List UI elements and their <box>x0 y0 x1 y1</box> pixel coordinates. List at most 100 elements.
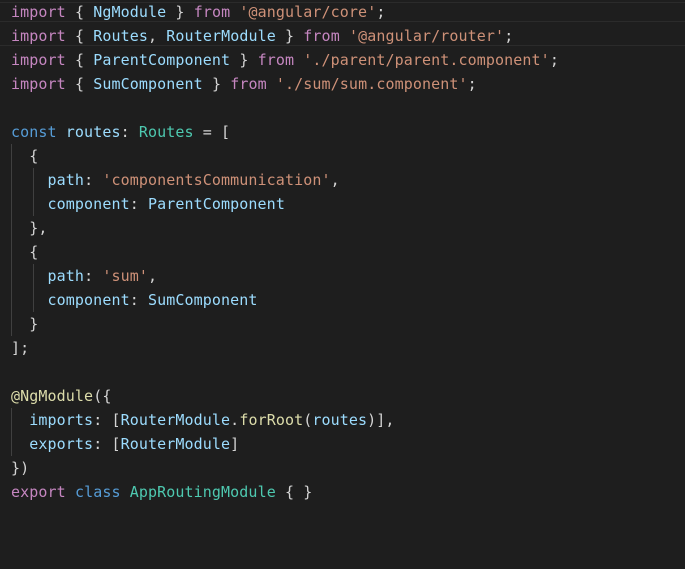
code-token-keyword: from <box>230 75 267 93</box>
code-token-variable: component <box>47 291 130 309</box>
code-token-punctuation <box>11 171 48 189</box>
code-token-punctuation: : <box>84 267 103 285</box>
code-token-punctuation: , <box>148 27 158 45</box>
code-token-punctuation: : <box>129 291 148 309</box>
code-token-function: forRoot <box>239 411 304 429</box>
code-token-punctuation <box>11 411 29 429</box>
code-token-punctuation <box>66 51 75 69</box>
code-line[interactable] <box>0 96 685 120</box>
code-token-punctuation <box>248 51 257 69</box>
code-token-string: './parent/parent.component' <box>303 51 550 69</box>
code-line[interactable]: export class AppRoutingModule { } <box>0 480 685 504</box>
code-token-punctuation: { <box>74 3 85 21</box>
code-token-punctuation: ; <box>549 51 559 69</box>
code-token-keyword: import <box>11 27 66 45</box>
code-line[interactable]: import { SumComponent } from './sum/sum.… <box>0 72 685 96</box>
code-token-variable: exports <box>29 435 94 453</box>
code-line[interactable]: import { NgModule } from '@angular/core'… <box>0 0 685 24</box>
code-token-punctuation <box>84 51 93 69</box>
code-token-punctuation <box>121 483 130 501</box>
code-line[interactable]: component: SumComponent <box>0 288 685 312</box>
code-token-punctuation <box>185 3 194 21</box>
code-token-punctuation: } <box>11 315 39 333</box>
code-token-punctuation <box>66 3 75 21</box>
code-token-punctuation: : <box>129 195 148 213</box>
code-token-punctuation: { <box>11 243 39 261</box>
code-token-keyword: from <box>257 51 295 69</box>
code-content[interactable]: import { NgModule } from '@angular/core'… <box>0 0 685 504</box>
code-token-punctuation: { } <box>275 483 313 501</box>
code-line[interactable]: path: 'componentsCommunication', <box>0 168 685 192</box>
code-line[interactable]: }, <box>0 216 685 240</box>
code-token-punctuation: } <box>175 3 185 21</box>
code-line[interactable]: const routes: Routes = [ <box>0 120 685 144</box>
code-token-punctuation <box>57 123 66 141</box>
code-token-punctuation: ; <box>467 75 477 93</box>
code-token-punctuation <box>66 27 75 45</box>
code-token-function: @NgModule <box>11 387 94 405</box>
code-token-variable: path <box>47 171 85 189</box>
code-token-punctuation <box>340 27 349 45</box>
code-token-variable: NgModule <box>93 3 167 21</box>
code-token-punctuation <box>294 51 303 69</box>
code-token-punctuation: } <box>285 27 295 45</box>
code-token-variable: path <box>47 267 85 285</box>
code-token-punctuation <box>84 27 93 45</box>
code-token-keyword: import <box>11 3 66 21</box>
code-token-variable: imports <box>29 411 94 429</box>
code-editor-viewport[interactable]: import { NgModule } from '@angular/core'… <box>0 0 685 569</box>
code-token-punctuation: ]; <box>11 339 30 357</box>
code-token-punctuation <box>276 27 285 45</box>
code-token-punctuation: : <box>84 171 103 189</box>
code-line[interactable]: import { Routes, RouterModule } from '@a… <box>0 24 685 48</box>
code-token-punctuation <box>203 75 212 93</box>
code-line[interactable]: ]; <box>0 336 685 360</box>
code-token-punctuation <box>157 27 166 45</box>
code-token-control: class <box>74 483 121 501</box>
code-token-punctuation <box>84 3 93 21</box>
code-token-punctuation <box>11 291 48 309</box>
code-line[interactable]: path: 'sum', <box>0 264 685 288</box>
code-token-punctuation <box>66 483 75 501</box>
code-token-string: 'componentsCommunication' <box>102 171 331 189</box>
code-token-variable: routes <box>65 123 121 141</box>
code-token-punctuation: , <box>147 267 158 285</box>
code-token-punctuation: { <box>74 27 85 45</box>
code-token-punctuation <box>11 195 48 213</box>
code-token-variable: SumComponent <box>93 75 203 93</box>
code-token-punctuation: { <box>11 147 39 165</box>
code-line[interactable]: @NgModule({ <box>0 384 685 408</box>
code-token-punctuation: ; <box>504 27 514 45</box>
code-token-punctuation: )], <box>367 411 395 429</box>
code-token-variable: component <box>47 195 130 213</box>
code-token-punctuation: . <box>230 411 240 429</box>
code-token-punctuation: ({ <box>93 387 112 405</box>
code-line[interactable]: }) <box>0 456 685 480</box>
code-line[interactable]: import { ParentComponent } from './paren… <box>0 48 685 72</box>
code-line[interactable]: imports: [RouterModule.forRoot(routes)], <box>0 408 685 432</box>
code-line[interactable]: component: ParentComponent <box>0 192 685 216</box>
code-token-string: '@angular/router' <box>348 27 505 45</box>
code-token-type: Routes <box>138 123 194 141</box>
code-token-string: './sum/sum.component' <box>275 75 468 93</box>
code-token-punctuation <box>84 75 93 93</box>
code-token-variable: Routes <box>93 27 149 45</box>
code-token-punctuation: = [ <box>193 123 231 141</box>
code-token-variable: RouterModule <box>166 27 276 45</box>
code-token-control: const <box>11 123 57 141</box>
code-token-punctuation: : [ <box>93 435 121 453</box>
code-line[interactable]: } <box>0 312 685 336</box>
code-token-punctuation <box>221 75 230 93</box>
code-line[interactable] <box>0 360 685 384</box>
code-token-punctuation: , <box>330 171 340 189</box>
code-line[interactable]: exports: [RouterModule] <box>0 432 685 456</box>
code-token-punctuation <box>294 27 303 45</box>
code-token-punctuation: ] <box>230 435 240 453</box>
code-token-variable: ParentComponent <box>147 195 285 213</box>
code-token-keyword: from <box>193 3 231 21</box>
code-token-punctuation <box>230 51 239 69</box>
code-token-punctuation <box>230 3 239 21</box>
code-line[interactable]: { <box>0 144 685 168</box>
code-line[interactable]: { <box>0 240 685 264</box>
code-token-variable: SumComponent <box>147 291 258 309</box>
